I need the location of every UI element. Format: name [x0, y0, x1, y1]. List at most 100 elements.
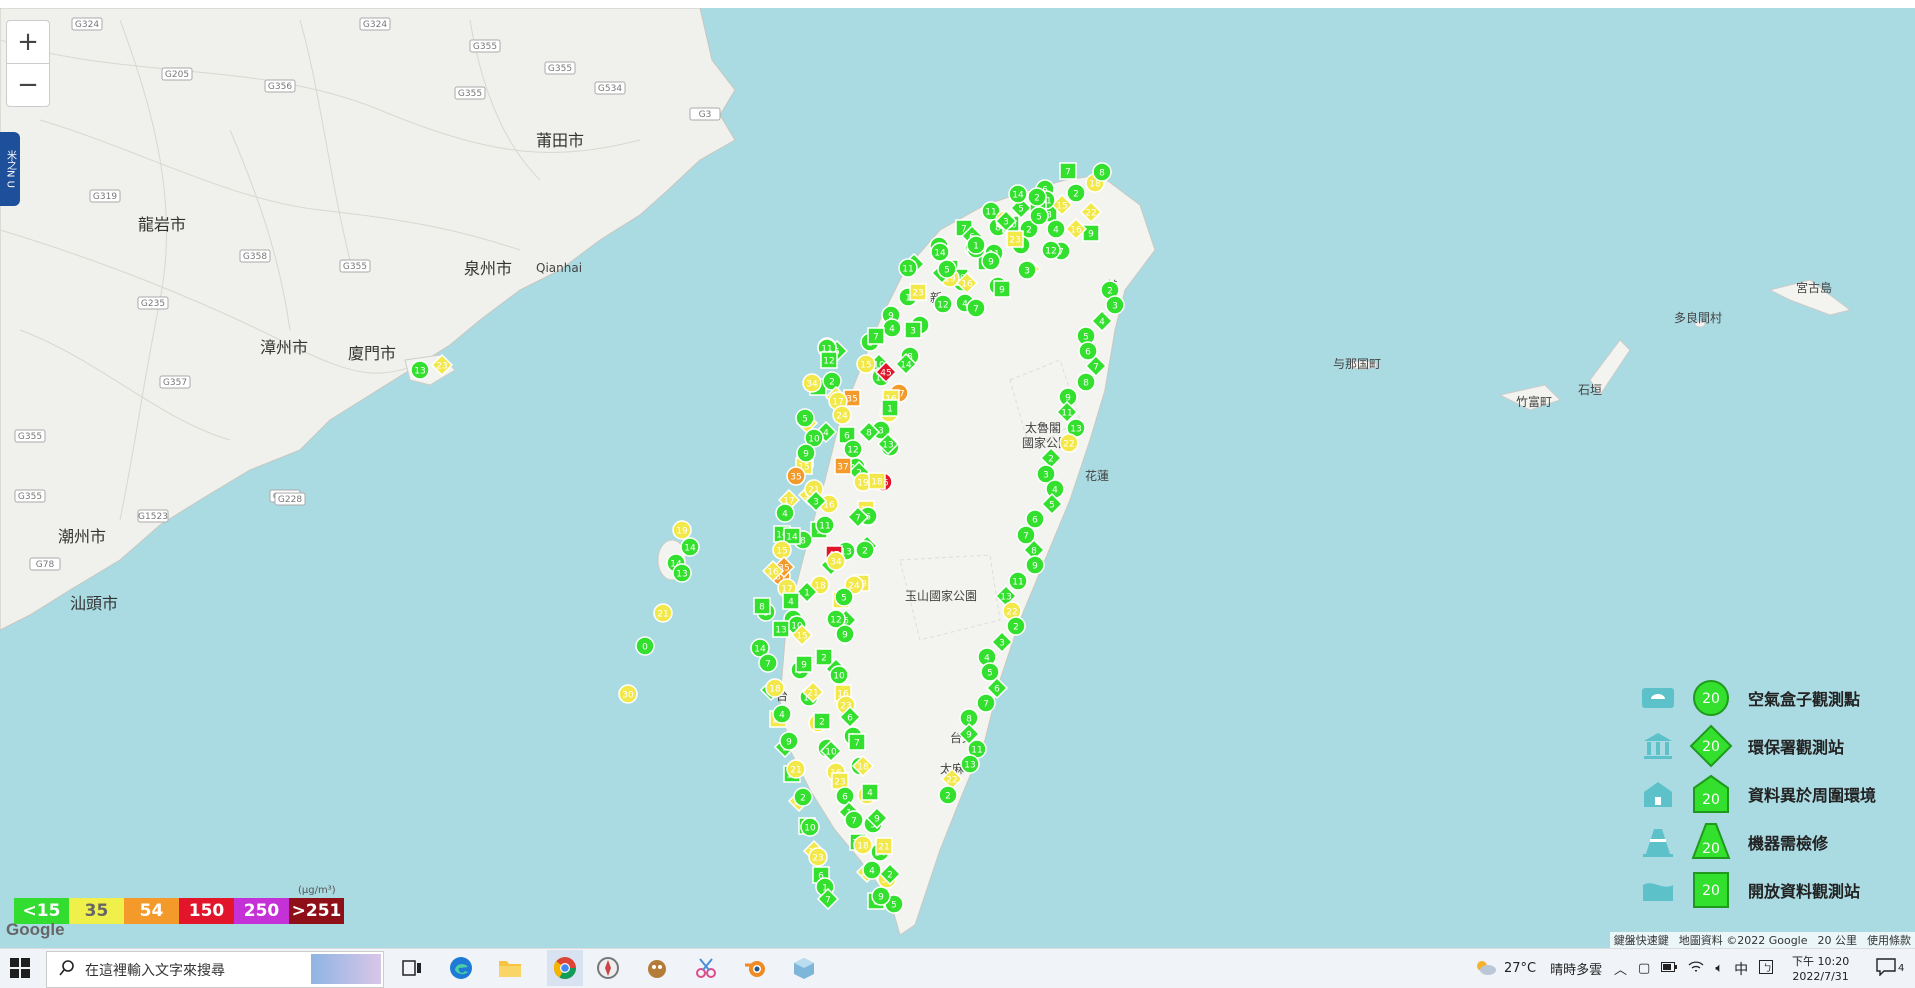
map-canvas[interactable]: 莆田市 龍岩市 泉州市 Qianhai 漳州市 廈門市 潮州市 汕頭市 与那国町…: [0, 8, 1915, 948]
open-data-station-marker: 23: [909, 283, 927, 301]
svg-text:G355: G355: [18, 492, 42, 502]
road-shield: G355: [544, 61, 576, 75]
map-data-credit[interactable]: 地圖資料 ©2022 Google: [1679, 932, 1808, 948]
task-view-icon[interactable]: [400, 956, 424, 980]
svg-text:16: 16: [1070, 226, 1082, 236]
svg-text:19: 19: [676, 527, 688, 537]
svg-text:7: 7: [825, 896, 831, 906]
svg-text:7: 7: [851, 817, 857, 827]
government-building-icon: [1638, 726, 1678, 766]
road-shield: G3: [689, 107, 721, 121]
airbox-sensor-marker: 24: [832, 405, 852, 425]
scale-label: >251: [291, 901, 342, 921]
scale-label: 250: [243, 901, 280, 921]
scale-cell-unhealthy: 150: [179, 898, 234, 924]
air-quality-map[interactable]: 莆田市 龍岩市 泉州市 Qianhai 漳州市 廈門市 潮州市 汕頭市 与那国町…: [0, 8, 1915, 948]
svg-text:4: 4: [984, 654, 990, 664]
svg-text:15: 15: [1056, 202, 1067, 212]
airbox-sensor-marker: 5: [937, 259, 957, 279]
legend-value: 20: [1702, 841, 1720, 857]
airbox-sensor-marker: 7: [976, 693, 996, 713]
svg-text:4: 4: [869, 867, 875, 877]
airbox-sensor-marker: 13: [672, 563, 692, 583]
map-scale[interactable]: 20 公里: [1818, 932, 1858, 948]
volume-icon[interactable]: 🔈︎: [1715, 961, 1723, 976]
animal-app-icon[interactable]: [645, 956, 669, 980]
open-data-station-marker: 23: [1006, 230, 1024, 248]
taskbar-search-box[interactable]: 在這裡輸入文字來搜尋: [46, 951, 384, 988]
svg-text:14: 14: [684, 544, 696, 554]
svg-text:7: 7: [983, 700, 989, 710]
svg-text:9: 9: [1088, 230, 1094, 240]
svg-text:2: 2: [1013, 623, 1019, 633]
wifi-icon[interactable]: [1688, 960, 1704, 978]
svg-text:G355: G355: [343, 262, 367, 272]
svg-text:14: 14: [786, 533, 798, 543]
traffic-cone-icon: [1638, 822, 1678, 862]
notification-center[interactable]: 4: [1876, 949, 1904, 988]
airbox-sensor-marker: 7: [758, 653, 778, 673]
road-shield: G356: [264, 79, 296, 93]
svg-text:10: 10: [808, 435, 820, 445]
windows-start-icon[interactable]: [8, 956, 32, 980]
svg-text:6: 6: [842, 793, 848, 803]
file-explorer-icon[interactable]: [498, 956, 522, 980]
compass-app-icon[interactable]: [596, 956, 620, 980]
zoom-in-button[interactable]: +: [6, 20, 50, 64]
road-shield: G235: [137, 296, 169, 310]
scale-label: 35: [84, 901, 109, 921]
airbox-sensor-marker: 5: [834, 587, 854, 607]
svg-text:3: 3: [1112, 302, 1118, 312]
airbox-sensor-marker: 11: [815, 515, 835, 535]
svg-text:3: 3: [813, 498, 819, 508]
svg-text:23: 23: [1009, 236, 1020, 246]
airbox-sensor-marker: 8: [1092, 162, 1112, 182]
road-shield: G355: [14, 489, 46, 503]
blender-icon[interactable]: [743, 956, 767, 980]
zoom-out-button[interactable]: −: [6, 63, 50, 107]
input-mode-icon[interactable]: ㄅ: [1759, 959, 1774, 978]
svg-text:5: 5: [1018, 205, 1024, 215]
svg-text:15: 15: [860, 361, 871, 371]
google-logo[interactable]: Google: [6, 920, 65, 940]
map-attribution: 鍵盤快速鍵 地圖資料 ©2022 Google 20 公里 使用條款: [1609, 932, 1915, 948]
svg-text:5: 5: [987, 669, 993, 679]
road-shield: G319: [89, 189, 121, 203]
svg-text:30: 30: [622, 691, 634, 701]
marker-legend: 20 空氣盒子觀測點 20 環保署觀測站 20 資料異於周圍環境 20 機器需檢…: [1638, 674, 1908, 914]
chrome-browser-icon[interactable]: [547, 950, 583, 986]
clock[interactable]: 下午 10:20 2022/7/31: [1792, 949, 1849, 988]
terms-link[interactable]: 使用條款: [1867, 932, 1911, 948]
search-icon: [59, 959, 75, 980]
chevron-up-icon[interactable]: ︿: [1614, 959, 1627, 978]
svg-text:8: 8: [1031, 547, 1037, 557]
edge-browser-icon[interactable]: [449, 956, 473, 980]
road-shield: G355: [339, 259, 371, 273]
weather-widget[interactable]: 27°C 晴時多雲: [1474, 949, 1602, 988]
side-panel-tab[interactable]: 米之N U: [0, 132, 20, 206]
svg-text:22: 22: [1006, 608, 1017, 618]
label-ishigaki: 石垣: [1578, 383, 1602, 397]
ime-indicator[interactable]: 中: [1734, 959, 1748, 979]
snipping-tool-icon[interactable]: [694, 956, 718, 980]
svg-text:7: 7: [855, 514, 861, 524]
airbox-sensor-marker: 18: [765, 678, 785, 698]
app-cube-icon[interactable]: [792, 956, 816, 980]
search-placeholder: 在這裡輸入文字來搜尋: [85, 962, 225, 979]
svg-text:1: 1: [973, 242, 979, 252]
device-icon[interactable]: ▢: [1638, 961, 1650, 976]
svg-text:16: 16: [961, 280, 973, 290]
svg-text:35: 35: [790, 473, 801, 483]
battery-icon[interactable]: [1661, 961, 1678, 976]
svg-text:G534: G534: [598, 84, 622, 94]
svg-text:9: 9: [786, 738, 792, 748]
road-shield: G78: [29, 557, 61, 571]
airbox-sensor-marker: 2: [822, 371, 842, 391]
open-data-station-marker: 3: [904, 321, 922, 339]
road-shield: G205: [161, 67, 193, 81]
open-data-station-marker: 7: [1059, 162, 1077, 180]
svg-text:23: 23: [834, 778, 845, 788]
keyboard-shortcuts-link[interactable]: 鍵盤快速鍵: [1614, 932, 1669, 948]
svg-text:19: 19: [857, 479, 869, 489]
legend-label-repair: 機器需檢修: [1748, 834, 1829, 853]
